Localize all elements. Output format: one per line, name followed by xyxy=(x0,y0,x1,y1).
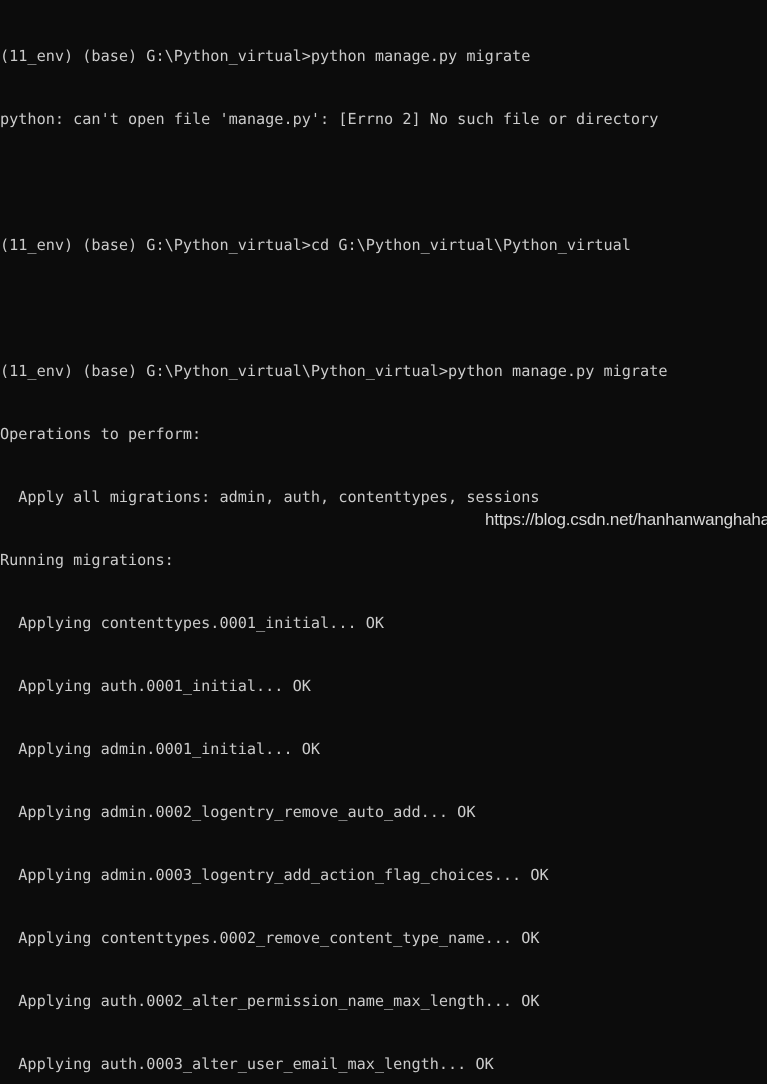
console-line: Applying contenttypes.0001_initial... OK xyxy=(0,614,385,632)
console-line: (11_env) (base) G:\Python_virtual\Python… xyxy=(0,362,668,380)
console-line: python: can't open file 'manage.py': [Er… xyxy=(0,110,659,128)
console-line: (11_env) (base) G:\Python_virtual>cd G:\… xyxy=(0,236,631,254)
console-line: Applying auth.0002_alter_permission_name… xyxy=(0,992,540,1010)
console-line: Applying admin.0003_logentry_add_action_… xyxy=(0,866,549,884)
console-line: Applying admin.0001_initial... OK xyxy=(0,740,321,758)
terminal-window[interactable]: (11_env) (base) G:\Python_virtual>python… xyxy=(0,0,767,1073)
console-line: Apply all migrations: admin, auth, conte… xyxy=(0,488,540,506)
console-line: Applying auth.0003_alter_user_email_max_… xyxy=(0,1055,494,1073)
console-line: Applying admin.0002_logentry_remove_auto… xyxy=(0,803,476,821)
console-line: Applying auth.0001_initial... OK xyxy=(0,677,311,695)
console-line: Operations to perform: xyxy=(0,425,202,443)
console-line: (11_env) (base) G:\Python_virtual>python… xyxy=(0,47,531,65)
console-output[interactable]: (11_env) (base) G:\Python_virtual>python… xyxy=(0,4,767,1084)
console-line: Running migrations: xyxy=(0,551,174,569)
console-line: Applying contenttypes.0002_remove_conten… xyxy=(0,929,540,947)
console-line-blank xyxy=(0,172,767,193)
console-line-blank xyxy=(0,298,767,319)
